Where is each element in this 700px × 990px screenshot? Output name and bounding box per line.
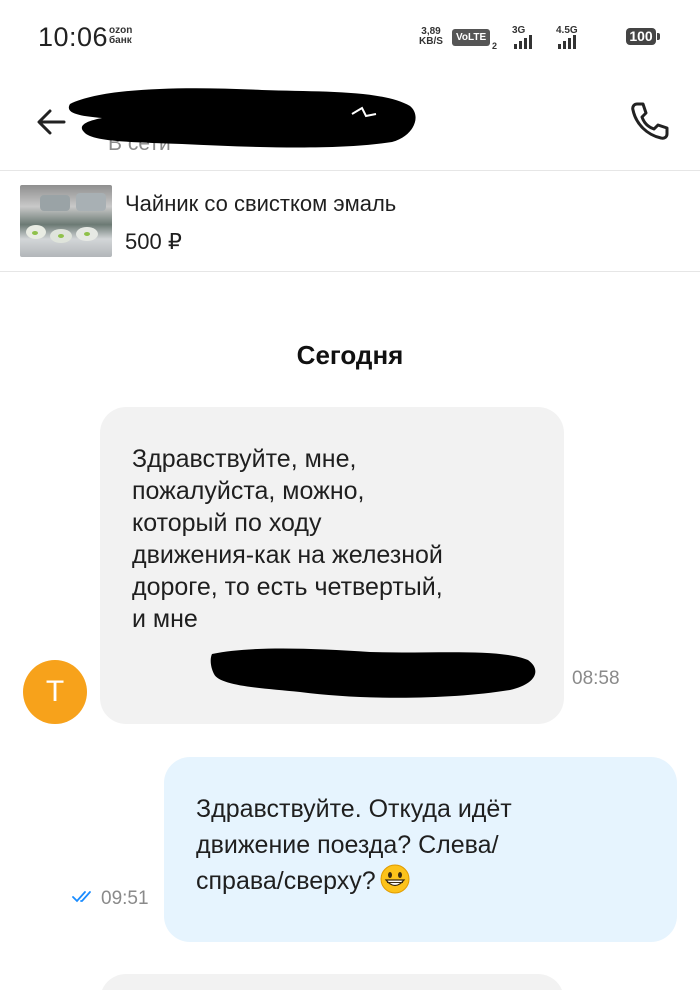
brand-bottom: банк bbox=[109, 35, 132, 46]
outgoing-message-time: 09:51 bbox=[101, 888, 149, 909]
status-time: 10:06 bbox=[38, 22, 109, 52]
status-bar: 10:06 ozon банк 3,89 KB/S VoLTE 2 3G 4.5… bbox=[0, 0, 700, 78]
sim-number: 2 bbox=[492, 41, 498, 51]
outgoing-message-text: Здравствуйте. Откуда идёт движение поезд… bbox=[196, 795, 512, 895]
speed-unit: KB/S bbox=[419, 36, 443, 47]
call-button[interactable] bbox=[626, 98, 672, 144]
phone-icon bbox=[631, 102, 669, 140]
date-separator: Сегодня bbox=[296, 340, 404, 370]
sender-avatar[interactable]: Т bbox=[23, 660, 87, 724]
incoming-message-text: Здравствуйте, мне, пожалуйста, можно, ко… bbox=[132, 445, 443, 633]
product-thumbnail bbox=[20, 185, 112, 257]
grinning-face-emoji-icon bbox=[380, 864, 410, 894]
chat-screen: 10:06 ozon банк 3,89 KB/S VoLTE 2 3G 4.5… bbox=[0, 0, 700, 990]
outgoing-message-text-wrap: Здравствуйте. Откуда идёт движение поезд… bbox=[196, 791, 656, 899]
double-check-icon bbox=[72, 891, 91, 903]
product-card[interactable]: Чайник со свистком эмаль 500 ₽ bbox=[0, 171, 700, 272]
volte-badge: VoLTE bbox=[452, 29, 491, 46]
network-speed: 3,89 KB/S bbox=[416, 27, 446, 47]
incoming-message-time: 08:58 bbox=[572, 668, 620, 689]
chat-header: В сети bbox=[0, 78, 700, 171]
ozon-bank-logo: ozon банк bbox=[109, 26, 132, 46]
signal-3g-icon: 3G bbox=[512, 25, 536, 49]
battery-icon: 100 bbox=[626, 28, 660, 45]
redacted-contact-name bbox=[68, 88, 416, 148]
signal-4g-icon: 4.5G bbox=[556, 25, 580, 49]
outgoing-message-status: 09:51 bbox=[72, 888, 149, 910]
product-price: 500 ₽ bbox=[125, 229, 182, 254]
redacted-message-part bbox=[210, 648, 536, 698]
next-message-bubble[interactable] bbox=[100, 974, 564, 990]
product-name: Чайник со свистком эмаль bbox=[125, 191, 397, 216]
outgoing-message-bubble[interactable]: Здравствуйте. Откуда идёт движение поезд… bbox=[164, 757, 677, 942]
